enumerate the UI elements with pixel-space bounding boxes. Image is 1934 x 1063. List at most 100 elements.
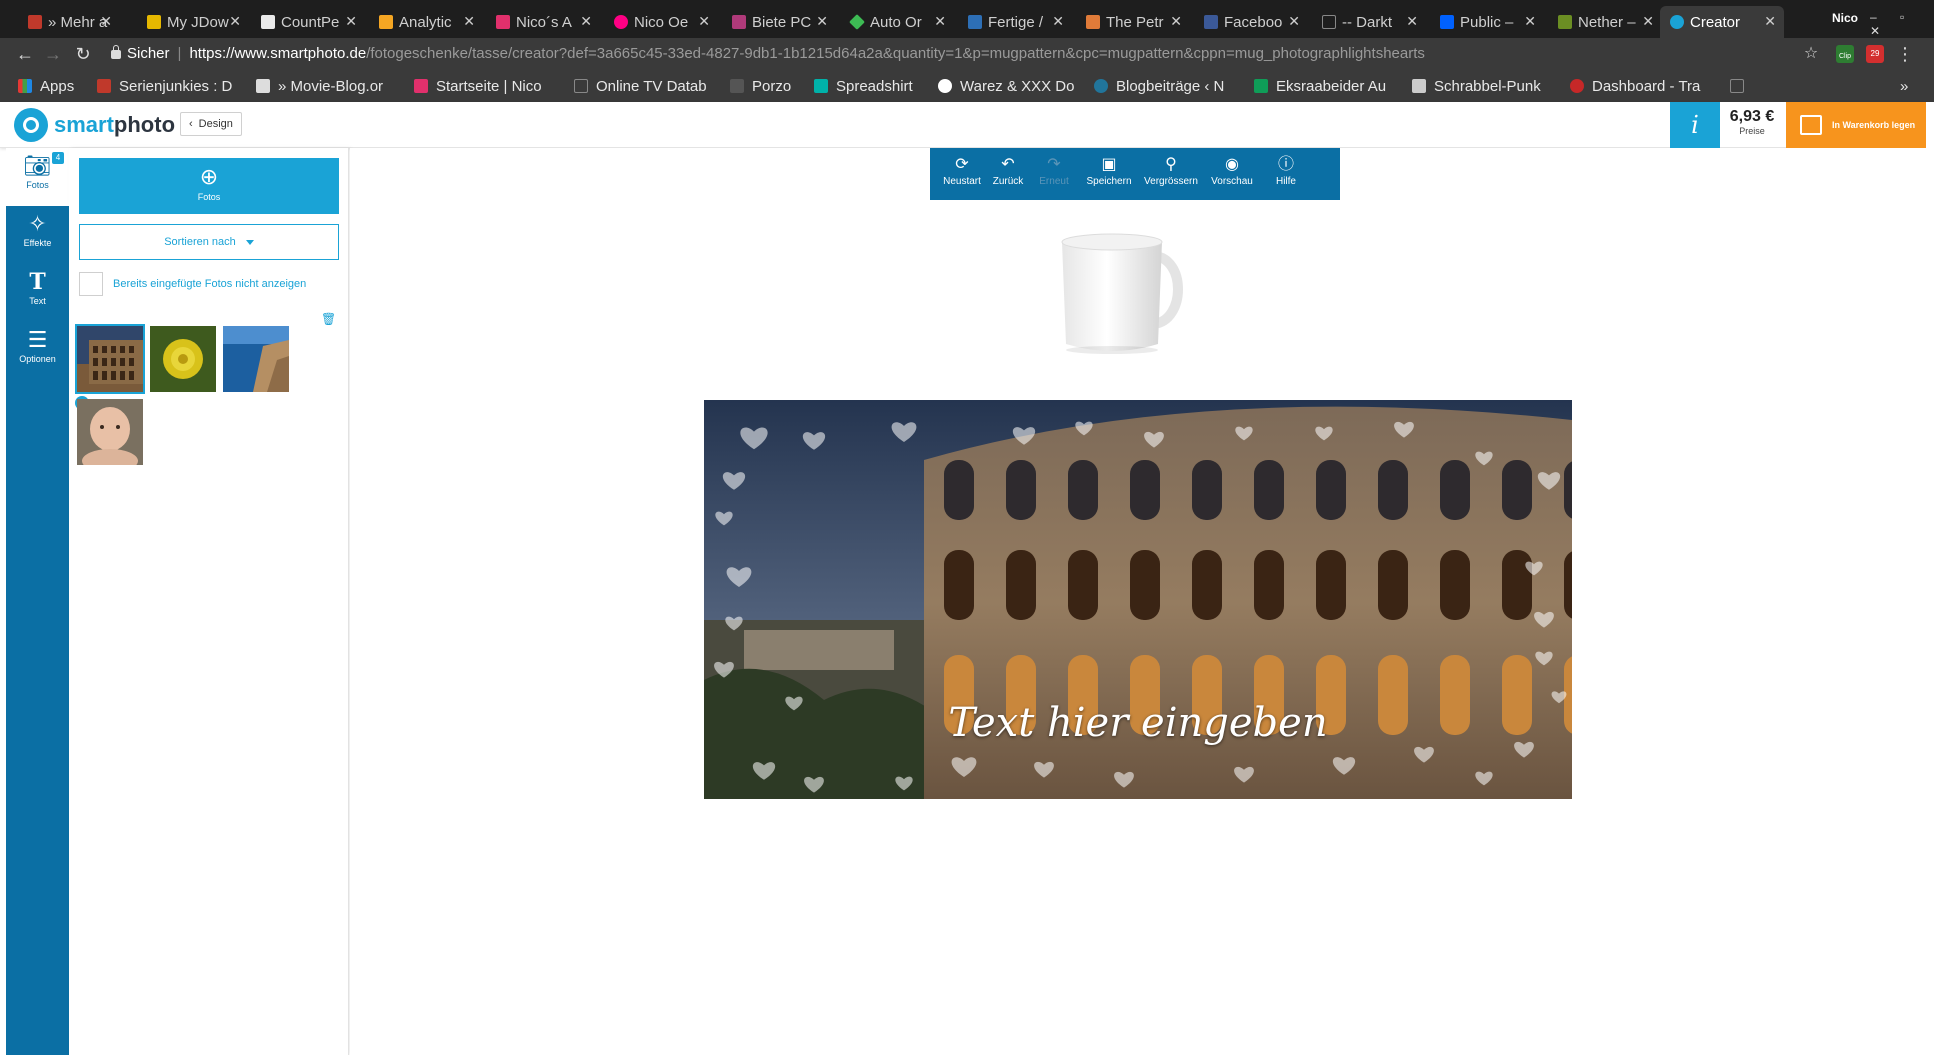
trash-icon[interactable]: 🗑︎ (321, 312, 336, 326)
dandelion-thumbnail-image (150, 326, 216, 392)
browser-tab[interactable]: The Petr ✕ (1076, 6, 1190, 38)
undo-button[interactable]: ↶ Zurück (988, 154, 1028, 196)
arch (1564, 551, 1572, 619)
bookmark-item[interactable]: Eksraabeider Au (1254, 76, 1386, 96)
rail-item-effekte[interactable]: ✧ Effekte (6, 206, 69, 264)
bookmark-item[interactable]: Serienjunkies : D (97, 76, 232, 96)
bookmarks-overflow[interactable]: » (1900, 76, 1908, 96)
browser-tab[interactable]: CountPe ✕ (251, 6, 365, 38)
add-to-cart-button[interactable]: In Warenkorb legen (1786, 102, 1926, 148)
movie-blog-icon (256, 79, 270, 93)
zoom-button[interactable]: ⚲ Vergrössern (1138, 154, 1204, 196)
bookmark-item[interactable]: Porzo (730, 76, 791, 96)
list-icon: ☰ (27, 327, 48, 352)
restart-button[interactable]: ⟳ Neustart (936, 154, 988, 196)
close-tab-icon[interactable]: ✕ (698, 13, 710, 30)
sort-dropdown[interactable]: Sortieren nach (79, 224, 339, 260)
browser-tab[interactable]: Auto Or ✕ (840, 6, 954, 38)
preview-button[interactable]: ◉ Vorschau (1204, 154, 1260, 196)
arch (1192, 550, 1222, 620)
spreadshirt-icon (814, 79, 828, 93)
close-tab-icon[interactable]: ✕ (1052, 13, 1064, 30)
url-path: /fotogeschenke/tasse/creator?def=3a665c4… (366, 45, 1425, 62)
bookmark-item[interactable]: Blogbeiträge ‹ N (1094, 76, 1224, 96)
close-tab-icon[interactable]: ✕ (1764, 13, 1776, 30)
photo-thumbnail-dandelion[interactable] (150, 326, 216, 392)
colosseum-thumbnail-image (77, 326, 143, 392)
browser-tab[interactable]: -- Darkt ✕ (1312, 6, 1426, 38)
arch (1068, 550, 1098, 620)
close-tab-icon[interactable]: ✕ (1406, 13, 1418, 30)
schrabbel-icon (1412, 79, 1426, 93)
close-tab-icon[interactable]: ✕ (816, 13, 828, 30)
screenshot-frame: » Mehr a ✕ My JDow ✕ CountPe ✕ Analytic ✕ Ni… (0, 0, 1934, 1063)
arch (1068, 460, 1098, 520)
smartphoto-logo[interactable]: smart photo (14, 108, 175, 142)
wordpress-icon (1094, 79, 1108, 93)
price-label: Preise (1739, 126, 1765, 136)
browser-tab[interactable]: Public – ✕ (1430, 6, 1544, 38)
coast-thumbnail-image (223, 326, 289, 392)
browser-tab[interactable]: Faceboo ✕ (1194, 6, 1308, 38)
close-tab-icon[interactable]: ✕ (1524, 13, 1536, 30)
reload-icon[interactable]: ↻ (72, 43, 94, 65)
price-value: 6,93 € (1729, 108, 1775, 125)
photo-thumbnail-colosseum[interactable] (75, 324, 145, 394)
bookmark-item[interactable]: Online TV Datab (574, 76, 707, 96)
arch (1254, 460, 1284, 520)
close-tab-icon[interactable]: ✕ (580, 13, 592, 30)
close-tab-icon[interactable]: ✕ (463, 13, 475, 30)
bookmark-item[interactable]: Schrabbel-Punk (1412, 76, 1541, 96)
browser-tab[interactable]: Nico´s A ✕ (486, 6, 600, 38)
mail-extension-icon[interactable]: 29 (1866, 45, 1884, 63)
arch (1316, 550, 1346, 620)
forward-arrow-icon[interactable]: → (42, 43, 64, 65)
back-arrow-icon[interactable]: ← (14, 43, 36, 65)
browser-tab[interactable]: Fertige / ✕ (958, 6, 1072, 38)
browser-tab[interactable]: Nico Oe ✕ (604, 6, 718, 38)
close-tab-icon[interactable]: ✕ (1288, 13, 1300, 30)
browser-tab[interactable]: Analytic ✕ (369, 6, 483, 38)
close-tab-icon[interactable]: ✕ (345, 13, 357, 30)
close-tab-icon[interactable]: ✕ (229, 13, 241, 30)
hide-used-photos-label[interactable]: Bereits eingefügte Fotos nicht anzeigen (113, 278, 306, 290)
close-tab-icon[interactable]: ✕ (934, 13, 946, 30)
photo-thumbnail-coast[interactable] (223, 326, 289, 392)
save-icon: ▣ (1101, 156, 1117, 173)
close-tab-icon[interactable]: ✕ (1642, 13, 1654, 30)
save-button[interactable]: ▣ Speichern (1080, 154, 1138, 196)
close-tab-icon[interactable]: ✕ (100, 13, 112, 30)
profile-name[interactable]: Nico (1832, 11, 1858, 25)
browser-tab[interactable]: Nether – ✕ (1548, 6, 1662, 38)
mug-preview (1061, 233, 1183, 354)
bookmark-item[interactable]: Dashboard - Tra (1570, 76, 1700, 96)
close-tab-icon[interactable]: ✕ (1170, 13, 1182, 30)
editor-toolbar: ⟳ Neustart ↶ Zurück ↷ Erneut ▣ Speichern ⚲ Ve… (930, 148, 1340, 200)
menu-kebab-icon[interactable]: ⋮ (1894, 43, 1916, 65)
browser-tab[interactable]: Biete PC ✕ (722, 6, 836, 38)
bookmark-item[interactable] (1730, 76, 1752, 96)
window-controls[interactable]: – ▫ ✕ (1870, 10, 1934, 38)
browser-tab[interactable]: My JDow ✕ (137, 6, 249, 38)
add-photos-button[interactable]: ⊕ Fotos (79, 158, 339, 214)
bookmark-item[interactable]: Warez & XXX Do (938, 76, 1074, 96)
info-button[interactable]: i (1670, 102, 1720, 148)
bookmark-star-icon[interactable]: ☆ (1800, 43, 1822, 65)
hide-used-photos-checkbox[interactable] (79, 272, 103, 296)
bookmark-item[interactable]: Apps (18, 76, 74, 96)
rail-item-text[interactable]: T Text (6, 264, 69, 322)
bookmark-item[interactable]: Spreadshirt (814, 76, 913, 96)
clip-extension-icon[interactable]: Clip (1836, 45, 1854, 63)
bookmark-item[interactable]: Startseite | Nico (414, 76, 542, 96)
redo-button[interactable]: ↷ Erneut (1028, 154, 1080, 196)
design-text-placeholder[interactable]: Text hier eingeben (704, 700, 1572, 746)
browser-tab[interactable]: » Mehr a ✕ (18, 6, 120, 38)
rail-item-optionen[interactable]: ☰ Optionen (6, 322, 69, 380)
mug-design-area[interactable]: Text hier eingeben (704, 400, 1572, 799)
photo-thumbnail-baby[interactable] (77, 399, 143, 465)
help-button[interactable]: ⓘ Hilfe (1266, 154, 1306, 196)
browser-tab-active[interactable]: Creator ✕ (1660, 6, 1784, 38)
bookmark-item[interactable]: » Movie-Blog.or (256, 76, 383, 96)
url-bar[interactable]: Sicher | https://www.smartphoto.de/fotoges… (103, 42, 1820, 66)
back-to-design-button[interactable]: ‹ Design (180, 112, 242, 136)
